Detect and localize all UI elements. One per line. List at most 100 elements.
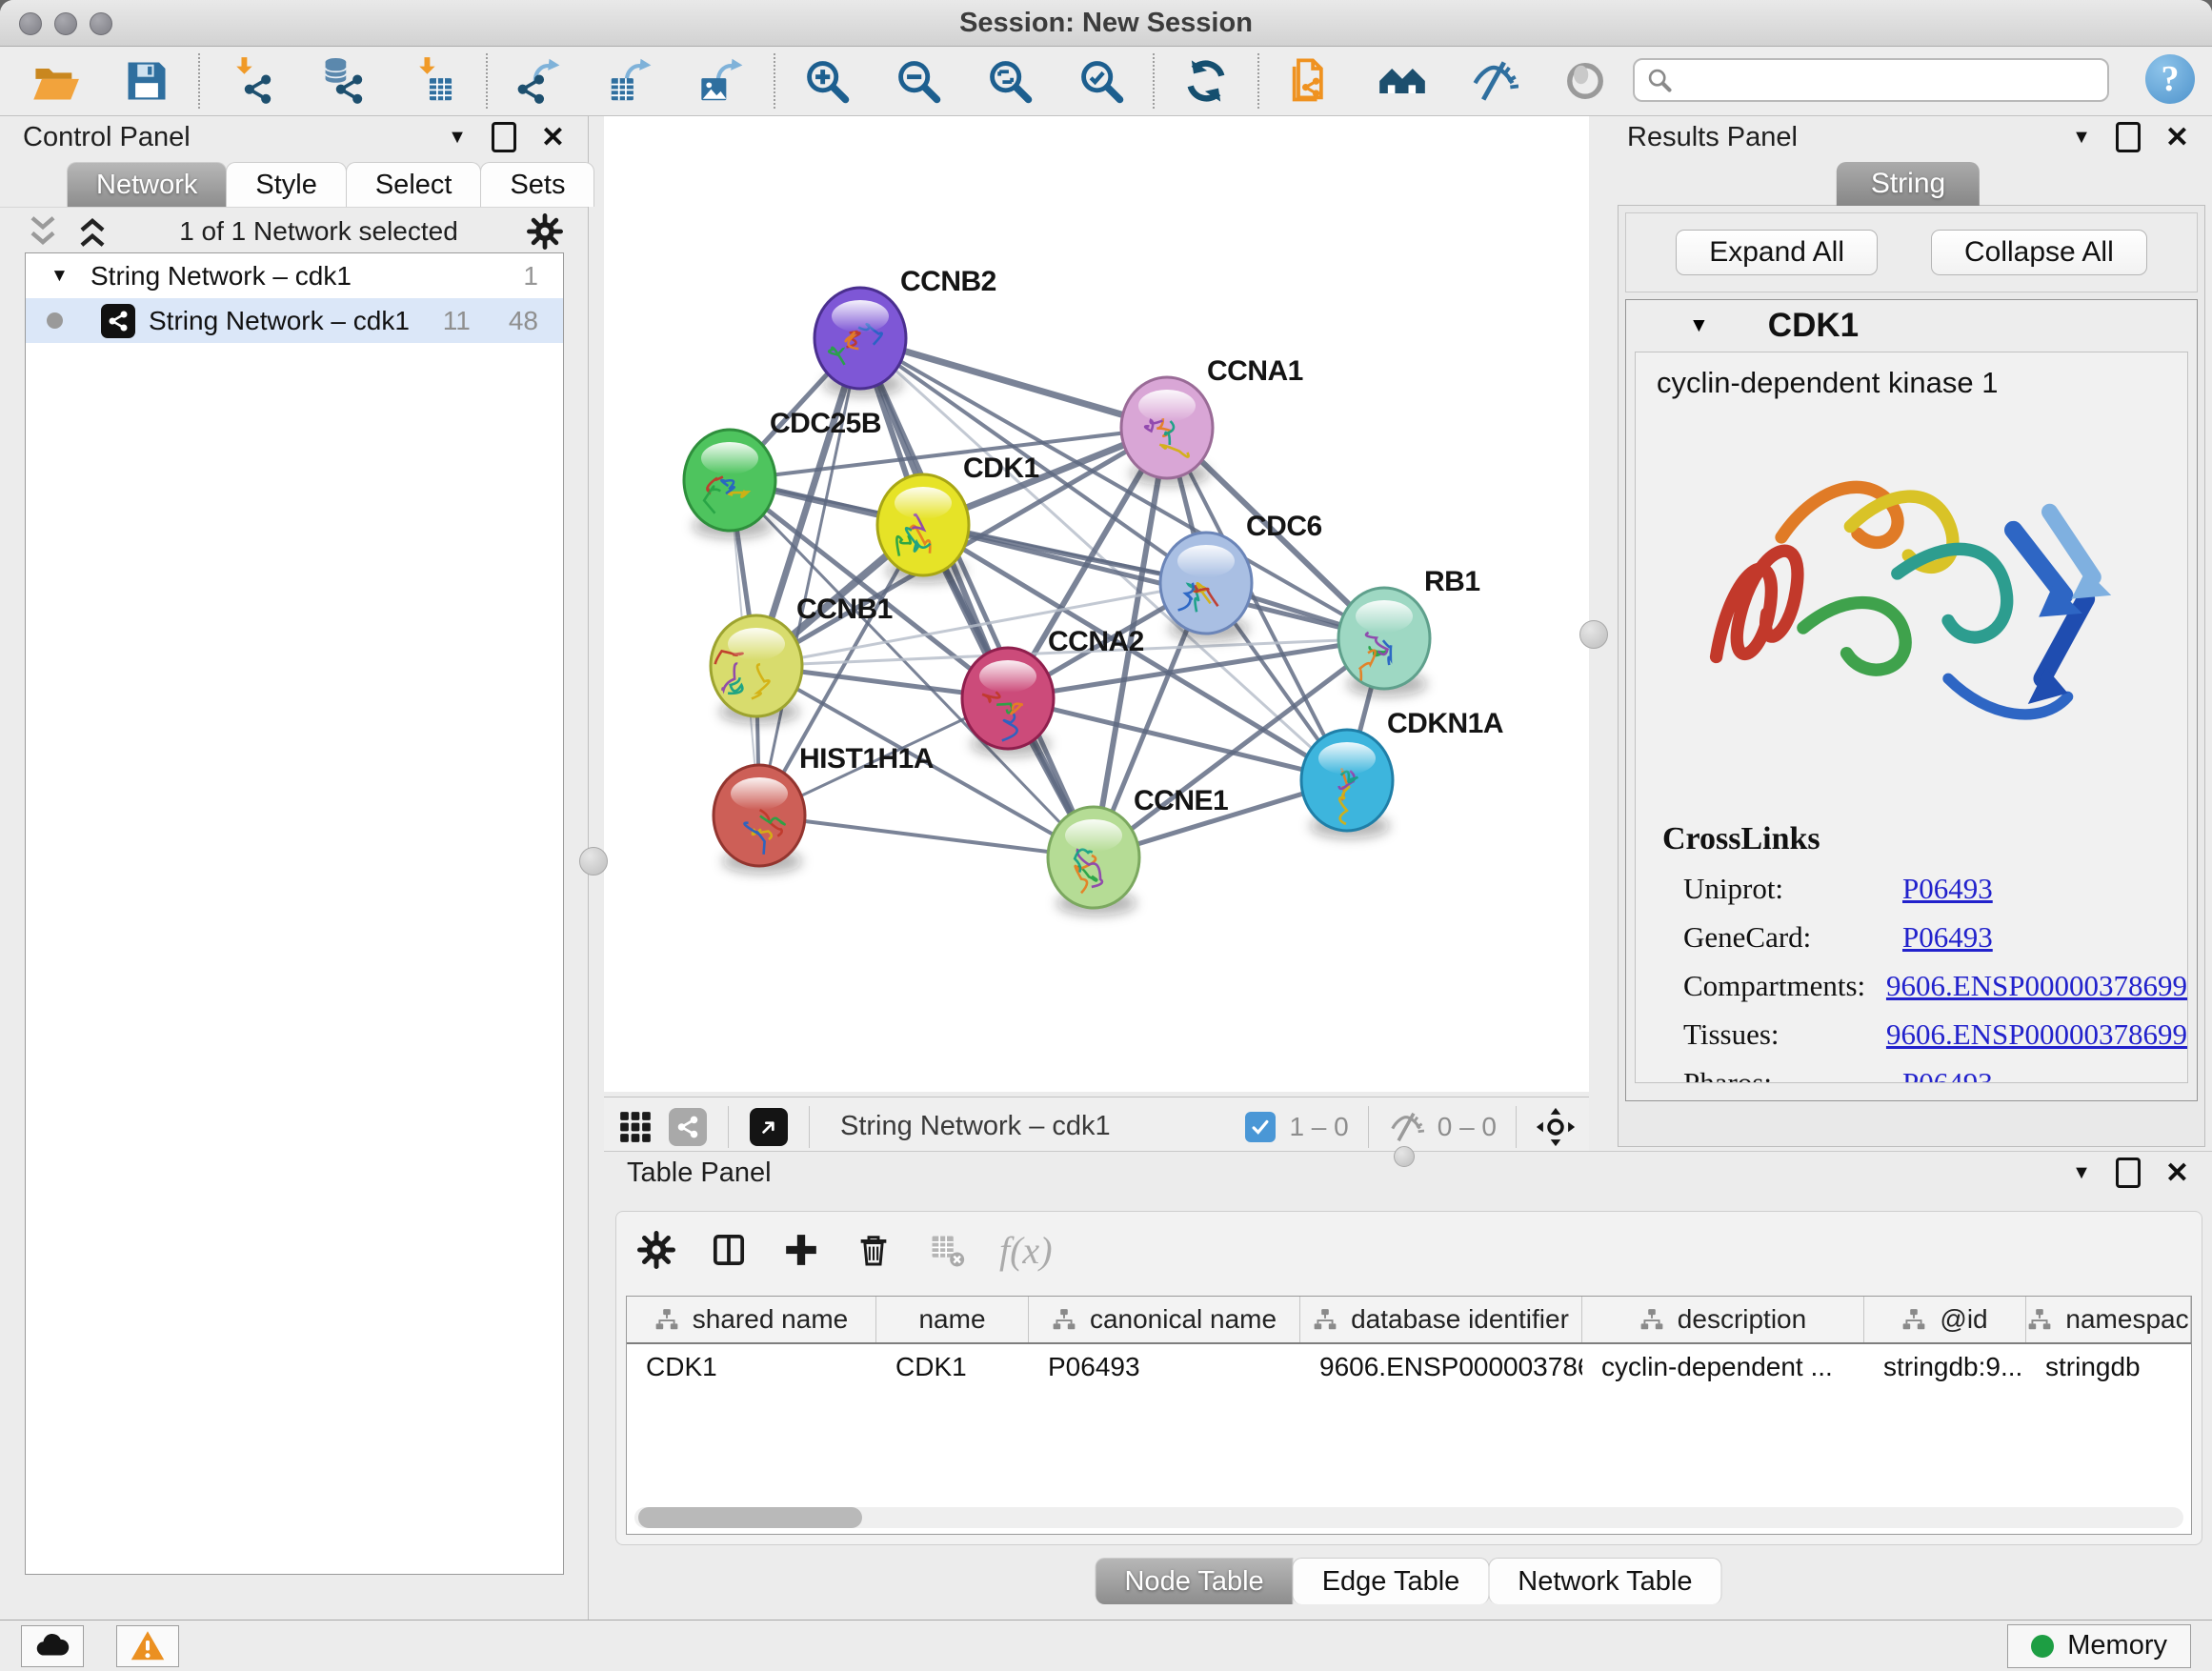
table-cell[interactable]: CDK1: [627, 1344, 876, 1390]
detach-view-icon[interactable]: [750, 1108, 788, 1146]
close-panel-icon[interactable]: ✕: [541, 121, 565, 154]
tab-select[interactable]: Select: [346, 162, 482, 207]
tab-node-table[interactable]: Node Table: [1095, 1558, 1293, 1604]
network-node-rb1[interactable]: RB1: [1338, 566, 1480, 696]
table-settings-gear-icon[interactable]: [637, 1231, 675, 1269]
import-table-button[interactable]: [408, 52, 461, 110]
network-node-ccnb1[interactable]: CCNB1: [711, 594, 893, 724]
refresh-button[interactable]: [1179, 52, 1233, 110]
delete-column-icon[interactable]: [855, 1231, 893, 1269]
panel-menu-icon[interactable]: ▼: [2072, 1162, 2091, 1184]
collapse-all-button[interactable]: Collapse All: [1931, 230, 2147, 275]
search-input[interactable]: [1633, 58, 2109, 102]
network-node-cdc6[interactable]: CDC6: [1160, 511, 1322, 641]
separator: [1516, 1106, 1517, 1148]
column-header[interactable]: namespac: [2026, 1297, 2191, 1342]
collapse-triangle-icon[interactable]: ▼: [50, 266, 79, 287]
network-canvas[interactable]: CCNB2CCNA1CDC25BCDK1CDC6RB1CCNB1CCNA2CDK…: [604, 116, 1589, 1092]
network-edge[interactable]: [759, 815, 1094, 857]
close-panel-icon[interactable]: ✕: [2165, 1157, 2189, 1190]
node-label: CDC6: [1246, 511, 1322, 542]
node-label: CCNA2: [1048, 626, 1144, 657]
column-header[interactable]: database identifier: [1300, 1297, 1582, 1342]
column-header[interactable]: name: [876, 1297, 1029, 1342]
panel-menu-icon[interactable]: ▼: [2072, 127, 2091, 149]
export-table-button[interactable]: [604, 52, 657, 110]
zoom-selected-button[interactable]: [1075, 52, 1128, 110]
help-button[interactable]: ?: [2145, 54, 2195, 104]
network-collection-row[interactable]: ▼ String Network – cdk1 1: [26, 253, 563, 298]
column-header[interactable]: description: [1582, 1297, 1864, 1342]
network-node-hist1h1a[interactable]: HIST1H1A: [714, 743, 934, 874]
column-header[interactable]: @id: [1864, 1297, 2026, 1342]
network-share-icon[interactable]: [669, 1108, 707, 1146]
float-panel-icon[interactable]: [492, 122, 516, 152]
collapse-all-icon[interactable]: [25, 213, 61, 250]
network-node-ccnb2[interactable]: CCNB2: [814, 266, 996, 396]
uniprot-link[interactable]: P06493: [1902, 872, 1993, 906]
network-edge[interactable]: [860, 338, 1094, 857]
open-session-button[interactable]: [29, 52, 82, 110]
zoom-fit-button[interactable]: [983, 52, 1036, 110]
expand-all-button[interactable]: Expand All: [1676, 230, 1878, 275]
tab-edge-table[interactable]: Edge Table: [1293, 1558, 1490, 1604]
table-cell[interactable]: stringdb:9...: [1864, 1344, 2026, 1390]
collapse-triangle-icon[interactable]: ▼: [1689, 314, 1709, 337]
network-edge[interactable]: [860, 338, 1167, 428]
grid-view-icon[interactable]: [617, 1109, 654, 1145]
float-panel-icon[interactable]: [2116, 122, 2141, 152]
left-splitter-handle[interactable]: [579, 847, 608, 876]
genecard-link[interactable]: P06493: [1902, 920, 1993, 955]
close-panel-icon[interactable]: ✕: [2165, 121, 2189, 154]
column-header[interactable]: shared name: [627, 1297, 876, 1342]
tab-network-table[interactable]: Network Table: [1488, 1558, 1721, 1604]
zoom-in-button[interactable]: [800, 52, 854, 110]
compartments-link[interactable]: 9606.ENSP00000378699: [1886, 969, 2187, 1003]
hidden-eye-slash-icon[interactable]: [1388, 1109, 1424, 1145]
scrollbar-thumb[interactable]: [638, 1507, 862, 1528]
tab-sets[interactable]: Sets: [480, 162, 594, 207]
birds-eye-view-icon[interactable]: [1536, 1107, 1576, 1147]
network-node-cdkn1a[interactable]: CDKN1A: [1301, 708, 1503, 838]
home-button[interactable]: [1376, 52, 1429, 110]
tab-style[interactable]: Style: [226, 162, 346, 207]
right-splitter-handle[interactable]: [1579, 620, 1608, 649]
network-node-ccne1[interactable]: CCNE1: [1048, 785, 1228, 916]
expand-all-icon[interactable]: [74, 213, 111, 250]
tab-string[interactable]: String: [1837, 162, 1980, 206]
table-row[interactable]: CDK1 CDK1 P06493 9606.ENSP00000378699 cy…: [627, 1344, 2191, 1390]
export-image-button[interactable]: [695, 52, 749, 110]
tab-network[interactable]: Network: [67, 162, 227, 207]
table-cell[interactable]: cyclin-dependent ...: [1582, 1344, 1864, 1390]
table-cell[interactable]: 9606.ENSP00000378699: [1300, 1344, 1582, 1390]
column-header[interactable]: canonical name: [1029, 1297, 1300, 1342]
hide-show-button[interactable]: [1467, 52, 1520, 110]
cloud-status-button[interactable]: [21, 1625, 84, 1667]
panel-menu-icon[interactable]: ▼: [448, 127, 467, 149]
network-node-ccna1[interactable]: CCNA1: [1121, 355, 1303, 486]
string-import-button[interactable]: [1284, 52, 1337, 110]
zoom-fit-icon: [985, 56, 1035, 106]
import-network-button[interactable]: [225, 52, 278, 110]
import-network-from-database-button[interactable]: [316, 52, 370, 110]
selected-checkbox-icon[interactable]: [1245, 1112, 1276, 1142]
float-panel-icon[interactable]: [2116, 1158, 2141, 1188]
horizontal-splitter-handle[interactable]: [1394, 1146, 1415, 1167]
gear-icon[interactable]: [527, 213, 563, 250]
add-column-icon[interactable]: [782, 1231, 820, 1269]
table-cell[interactable]: stringdb: [2026, 1344, 2191, 1390]
export-network-button[interactable]: [513, 52, 566, 110]
network-row-selected[interactable]: String Network – cdk1 11 48: [26, 298, 563, 343]
save-session-button[interactable]: [120, 52, 173, 110]
table-cell[interactable]: CDK1: [876, 1344, 1029, 1390]
warnings-button[interactable]: [116, 1625, 179, 1667]
table-cell[interactable]: P06493: [1029, 1344, 1300, 1390]
pharos-link[interactable]: P06493: [1902, 1066, 1993, 1083]
tissues-link[interactable]: 9606.ENSP00000378699: [1886, 1017, 2187, 1052]
zoom-out-button[interactable]: [892, 52, 945, 110]
export-image-icon: [697, 56, 747, 106]
render-mode-button[interactable]: [1558, 52, 1612, 110]
show-columns-icon[interactable]: [710, 1231, 748, 1269]
crosslinks-title: CrossLinks: [1662, 821, 2187, 857]
memory-button[interactable]: Memory: [2007, 1624, 2191, 1668]
